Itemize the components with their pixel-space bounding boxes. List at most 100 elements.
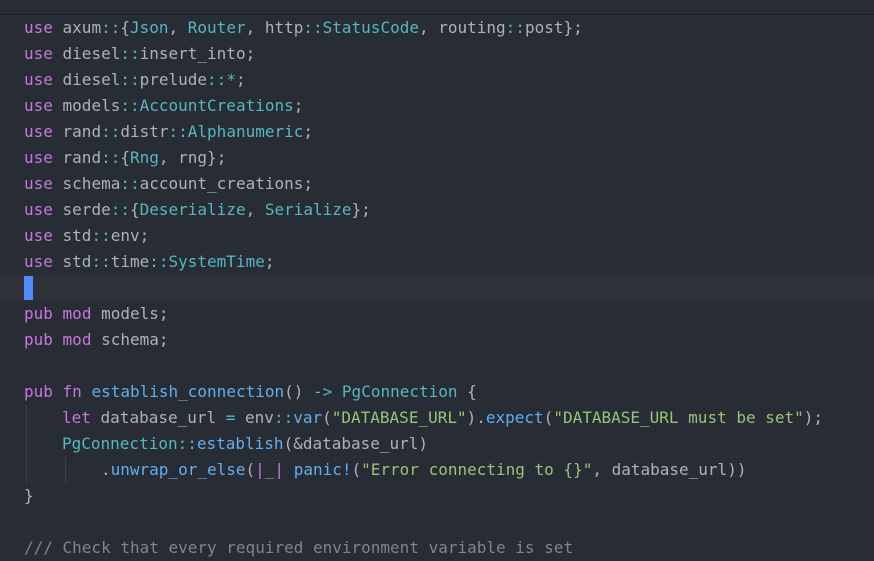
punct: ( <box>245 460 256 479</box>
path-separator: :: <box>177 434 197 453</box>
keyword: use <box>24 252 53 271</box>
code-line[interactable]: pub fn establish_connection() -> PgConne… <box>0 379 874 405</box>
keyword: use <box>24 148 53 167</box>
type: PgConnection <box>341 382 458 401</box>
code-line[interactable]: PgConnection::establish(&database_url) <box>0 431 874 457</box>
code-line[interactable]: /// Check that every required environmen… <box>0 535 874 561</box>
path-separator: :: <box>101 18 121 37</box>
punct: , <box>245 200 265 219</box>
module: schema; <box>91 330 169 349</box>
function: , rng}; <box>158 148 227 167</box>
code-line[interactable]: use axum::{Json, Router, http::StatusCod… <box>0 15 874 41</box>
module: schema <box>52 174 121 193</box>
code-line[interactable]: use rand::{Rng, rng}; <box>0 145 874 171</box>
keyword: pub <box>24 304 53 323</box>
keyword: fn <box>62 382 82 401</box>
punct: }; <box>351 200 371 219</box>
module: models <box>52 96 121 115</box>
path-separator: :: <box>101 148 121 167</box>
string-literal: "DATABASE_URL" <box>331 408 467 427</box>
code-line[interactable] <box>0 353 874 379</box>
code-line[interactable]: use diesel::insert_into; <box>0 41 874 67</box>
path-separator: :: <box>149 252 169 271</box>
keyword: pub <box>24 382 53 401</box>
punct: }; <box>563 18 583 37</box>
path-separator: :: <box>505 18 525 37</box>
keyword: let <box>62 408 91 427</box>
keyword: use <box>24 200 53 219</box>
path-separator: :: <box>120 96 140 115</box>
module: env <box>235 408 274 427</box>
active-code-line[interactable] <box>0 275 874 301</box>
variable: , database_url)) <box>592 460 747 479</box>
macro-name: panic <box>293 460 342 479</box>
punct: { <box>129 200 140 219</box>
punct: () <box>284 382 314 401</box>
type: Deserialize <box>139 200 246 219</box>
path-separator: :: <box>207 70 227 89</box>
module: diesel <box>52 70 121 89</box>
code-line[interactable]: use std::time::SystemTime; <box>0 249 874 275</box>
function-call: establish <box>196 434 284 453</box>
punct: . <box>101 460 111 479</box>
code-line[interactable] <box>0 509 874 535</box>
keyword: use <box>24 174 53 193</box>
module: , routing <box>418 18 506 37</box>
punct: { <box>457 382 477 401</box>
closure-params: |_| <box>255 460 285 479</box>
module: axum <box>52 18 102 37</box>
keyword: mod <box>62 304 92 323</box>
punct: ; <box>235 70 246 89</box>
type: Rng <box>129 148 159 167</box>
path-separator: :: <box>120 44 140 63</box>
module: diesel <box>52 44 121 63</box>
punct: { <box>120 148 130 167</box>
punct: ); <box>803 408 824 427</box>
code-editor[interactable]: use axum::{Json, Router, http::StatusCod… <box>0 0 874 561</box>
module: env; <box>110 226 150 245</box>
code-line[interactable]: pub mod models; <box>0 301 874 327</box>
keyword: use <box>24 122 53 141</box>
code-line[interactable]: use rand::distr::Alphanumeric; <box>0 119 874 145</box>
punct: } <box>24 486 34 505</box>
path-separator: :: <box>110 200 130 219</box>
function: post <box>524 18 564 37</box>
arrow: -> <box>313 382 333 401</box>
code-line[interactable]: use models::AccountCreations; <box>0 93 874 119</box>
code-line[interactable]: let database_url = env::var("DATABASE_UR… <box>0 405 874 431</box>
code-line[interactable]: } <box>0 483 874 509</box>
code-area[interactable]: use axum::{Json, Router, http::StatusCod… <box>0 15 874 561</box>
module: account_creations; <box>139 174 313 193</box>
path-separator: :: <box>120 174 140 193</box>
punct: { <box>120 18 130 37</box>
keyword: mod <box>62 330 92 349</box>
function-name: establish_connection <box>91 382 285 401</box>
doc-comment: /// Check that every required environmen… <box>24 538 574 557</box>
keyword: use <box>24 96 53 115</box>
punct: ). <box>466 408 486 427</box>
type: Serialize <box>264 200 352 219</box>
code-line[interactable]: pub mod schema; <box>0 327 874 353</box>
function-call: var <box>293 408 323 427</box>
path-separator: :: <box>120 70 140 89</box>
code-line[interactable]: use serde::{Deserialize, Serialize}; <box>0 197 874 223</box>
module: distr <box>120 122 169 141</box>
macro-bang: ! <box>341 460 352 479</box>
string-literal: "DATABASE_URL must be set" <box>553 408 804 427</box>
code-line[interactable]: use schema::account_creations; <box>0 171 874 197</box>
indent-guide <box>26 457 27 483</box>
type: SystemTime <box>168 252 265 271</box>
punct: (&database_url) <box>283 434 429 453</box>
code-line[interactable]: .unwrap_or_else(|_| panic!("Error connec… <box>0 457 874 483</box>
code-line[interactable]: use std::env; <box>0 223 874 249</box>
code-line[interactable]: use diesel::prelude::*; <box>0 67 874 93</box>
path-separator: :: <box>101 122 121 141</box>
glob: * <box>226 70 236 89</box>
punct: ( <box>543 408 554 427</box>
